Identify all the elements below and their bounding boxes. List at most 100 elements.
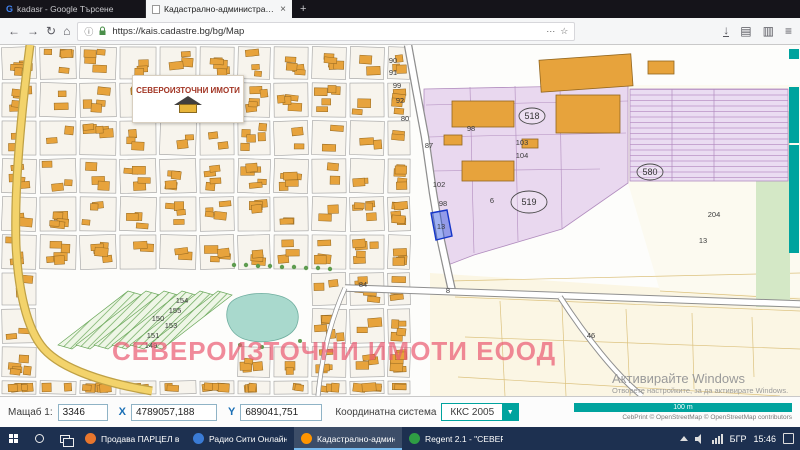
taskbar-app-button[interactable]: Regent 2.1 - "СЕВЕРО... [402, 427, 510, 450]
google-favicon-icon: G [6, 4, 14, 14]
app-label: Продава ПАРЦЕЛ в ... [101, 433, 179, 444]
navbar-right-icons: ↓ ▤ ▥ ≡ [723, 24, 792, 37]
search-icon [34, 434, 44, 443]
parcel-number: 91 [389, 68, 397, 77]
taskbar-apps: Продава ПАРЦЕЛ в ... Радио Сити Онлайн (.… [78, 427, 510, 450]
task-view-icon [60, 434, 74, 447]
back-button[interactable]: ← [8, 25, 20, 37]
app-icon [301, 433, 312, 444]
agency-logo: СЕВЕРОИЗТОЧНИ ИМОТИ [132, 75, 244, 123]
search-button[interactable] [26, 427, 52, 450]
windows-activation-watermark: Активирайте Windows Отворете настройките… [612, 371, 789, 395]
reload-button[interactable]: ↻ [46, 25, 56, 37]
map-zoom-track[interactable] [789, 145, 799, 253]
site-info-icon[interactable]: ⓘ [84, 25, 93, 38]
map-area: 90 91 99 92 80 98 87 103 104 102 98 6 13 84 8 204 13 46 15… [0, 45, 800, 396]
page-favicon-icon [152, 4, 160, 14]
chevron-down-icon: ▼ [502, 404, 519, 420]
parcel-number: 154 [176, 296, 189, 305]
parcel-number: 87 [425, 141, 433, 150]
x-coordinate-input[interactable] [130, 403, 217, 421]
app-label: Regent 2.1 - "СЕВЕРО... [425, 433, 503, 444]
parcel-number: 98 [439, 199, 447, 208]
zone-number: 518 [524, 111, 539, 121]
windows-taskbar: Продава ПАРЦЕЛ в ... Радио Сити Онлайн (.… [0, 427, 800, 450]
scale-label: Мащаб 1: [8, 406, 53, 418]
windows-logo-icon [8, 434, 18, 443]
bookmark-star-icon[interactable]: ☆ [560, 26, 568, 37]
network-icon[interactable] [711, 433, 723, 444]
lock-icon [99, 26, 106, 35]
menu-icon[interactable]: ≡ [785, 25, 792, 37]
close-tab-icon[interactable]: × [280, 4, 286, 15]
tab-cadastre-map[interactable]: Кадастрално-административна... × [146, 0, 292, 18]
sidebar-icon[interactable]: ▥ [763, 25, 774, 37]
house-icon [174, 95, 202, 113]
browser-navbar: ← → ↻ ⌂ ⓘ https://kais.cadastre.bg/bg/Ma… [0, 18, 800, 45]
parcel-number: 8 [446, 286, 450, 295]
tab-google-search[interactable]: G kadasr - Google Търсене [0, 0, 146, 18]
y-label: Y [227, 406, 236, 418]
system-tray: БГР 15:46 [679, 433, 800, 444]
speaker-icon[interactable] [694, 433, 705, 444]
app-icon [409, 433, 420, 444]
downloads-icon[interactable]: ↓ [723, 24, 730, 37]
task-view-button[interactable] [52, 427, 78, 450]
zone-number: 519 [521, 197, 536, 207]
copyright-text: CebPrint © OpenStreetMap © OpenStreetMap… [622, 414, 792, 421]
home-button[interactable]: ⌂ [63, 25, 70, 37]
parcel-number: 150 [152, 314, 165, 323]
map-attribution: 100 m CebPrint © OpenStreetMap © OpenStr… [574, 403, 792, 421]
parcel-number: 13 [437, 222, 445, 231]
parcel-number: 80 [401, 114, 409, 123]
new-tab-button[interactable]: + [292, 0, 314, 18]
app-label: Кадастрално-админи... [317, 433, 395, 444]
parcel-number: 46 [587, 331, 595, 340]
app-icon [193, 433, 204, 444]
parcel-number: 155 [169, 306, 182, 315]
page-actions-icon[interactable]: ⋯ [546, 26, 555, 37]
browser-titlebar: G kadasr - Google Търсене Кадастрално-ад… [0, 0, 800, 18]
zone-number: 580 [642, 167, 657, 177]
map-statusbar: Мащаб 1: X Y Координатна система ККС 200… [0, 396, 800, 427]
app-label: Радио Сити Онлайн (... [209, 433, 287, 444]
taskbar-app-button[interactable]: Кадастрално-админи... [294, 427, 402, 450]
agency-logo-text: СЕВЕРОИЗТОЧНИ ИМОТИ [136, 85, 240, 95]
tab-title: kadasr - Google Търсене [17, 4, 114, 14]
start-button[interactable] [0, 427, 26, 450]
address-bar[interactable]: ⓘ https://kais.cadastre.bg/bg/Map ⋯ ☆ [77, 21, 576, 41]
map-tool-button[interactable] [789, 49, 799, 59]
language-indicator[interactable]: БГР [730, 434, 747, 444]
parcel-number: 98 [467, 124, 475, 133]
parcel-number: 153 [165, 321, 178, 330]
parcel-number: 13 [699, 236, 707, 245]
coord-system-label: Координатна система [335, 406, 437, 418]
clock[interactable]: 15:46 [753, 434, 776, 444]
coord-system-select[interactable]: ККС 2005 ▼ [441, 403, 520, 421]
tray-chevron-icon[interactable] [679, 436, 688, 441]
x-label: X [118, 406, 126, 418]
tab-title: Кадастрално-административна... [164, 4, 276, 14]
parcel-number: 6 [490, 196, 494, 205]
parcel-number: 103 [516, 138, 529, 147]
y-coordinate-input[interactable] [240, 403, 323, 421]
taskbar-app-button[interactable]: Радио Сити Онлайн (... [186, 427, 294, 450]
scale-input[interactable] [57, 403, 108, 421]
screen: G kadasr - Google Търсене Кадастрално-ад… [0, 0, 800, 450]
notification-center-icon[interactable] [783, 433, 794, 444]
parcel-number: 104 [516, 151, 529, 160]
url-text: https://kais.cadastre.bg/bg/Map [112, 25, 245, 37]
parcel-number: 204 [708, 210, 721, 219]
forward-button[interactable]: → [27, 25, 39, 37]
parcel-number: 84 [359, 280, 367, 289]
parcel-number: 90 [389, 56, 397, 65]
map-zoom-slider[interactable] [789, 87, 799, 143]
scale-ruler: 100 m [574, 403, 792, 412]
parcel-number: 99 [393, 81, 401, 90]
taskbar-app-button[interactable]: Продава ПАРЦЕЛ в ... [78, 427, 186, 450]
app-icon [85, 433, 96, 444]
library-icon[interactable]: ▤ [740, 25, 751, 37]
parcel-number: 102 [433, 180, 446, 189]
parcel-number: 92 [396, 96, 404, 105]
agency-watermark: СЕВЕРОИЗТОЧНИ ИМОТИ ЕООД [112, 336, 557, 366]
